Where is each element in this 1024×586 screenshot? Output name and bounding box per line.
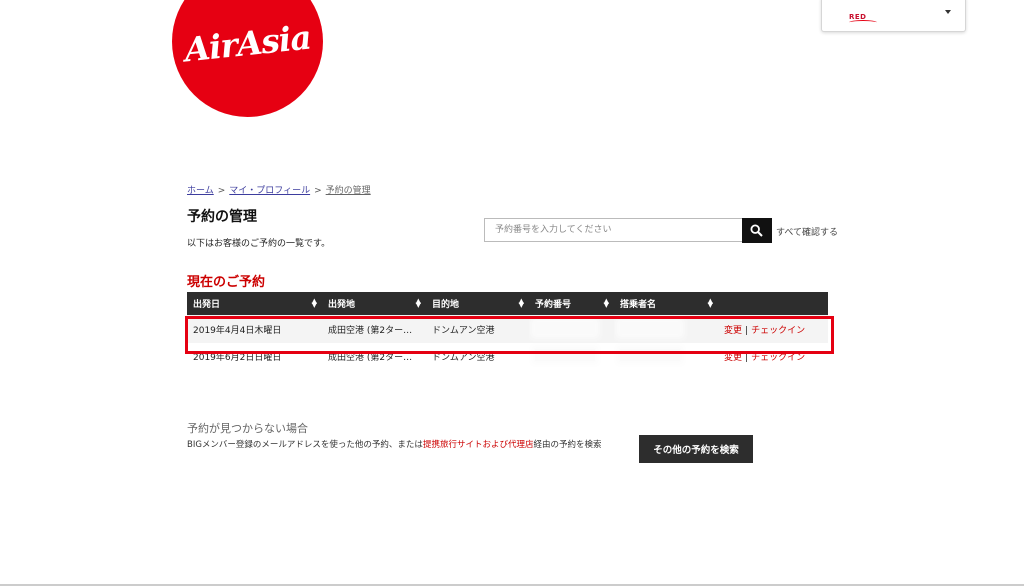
airasia-logo[interactable]: AirAsia xyxy=(172,0,323,117)
header-passenger-name[interactable]: 搭乗者名 ▲ ▼ xyxy=(614,292,718,315)
destination: ドンムアン空港 xyxy=(426,343,529,369)
booking-number-redacted xyxy=(529,315,614,343)
passenger-name-redacted xyxy=(614,315,718,343)
passenger-name-redacted xyxy=(614,343,718,369)
header-actions xyxy=(718,292,828,315)
not-found-title: 予約が見つからない場合 xyxy=(187,422,308,435)
booking-number-input[interactable] xyxy=(484,218,742,242)
header-departure-date[interactable]: 出発日 ▲ ▼ xyxy=(187,292,322,315)
table-header-row: 出発日 ▲ ▼ 出発地 ▲ ▼ 目的地 ▲ ▼ 予約番号 ▲ ▼ 搭乗者名 ▲ ▼ xyxy=(187,292,828,315)
sort-icon: ▲ ▼ xyxy=(415,297,421,309)
header-destination[interactable]: 目的地 ▲ ▼ xyxy=(426,292,529,315)
departure-date: 2019年4月4日木曜日 xyxy=(187,315,322,343)
booking-number-redacted xyxy=(529,343,614,369)
header-booking-number[interactable]: 予約番号 ▲ ▼ xyxy=(529,292,614,315)
view-all-link[interactable]: すべて確認する xyxy=(776,225,838,238)
table-row: 2019年6月2日日曜日 成田空港 (第2ターミ… ドンムアン空港 変更 | チェッ… xyxy=(187,343,828,369)
breadcrumb-home[interactable]: ホーム xyxy=(187,186,214,196)
sort-icon: ▲ ▼ xyxy=(707,297,713,309)
origin: 成田空港 (第2ターミ… xyxy=(322,315,426,343)
chevron-down-icon xyxy=(945,10,951,14)
checkin-link[interactable]: チェックイン xyxy=(751,326,805,336)
breadcrumb-current: 予約の管理 xyxy=(325,186,371,196)
logo-text: AirAsia xyxy=(182,17,313,70)
change-link[interactable]: 変更 xyxy=(724,353,742,363)
destination: ドンムアン空港 xyxy=(426,315,529,343)
row-actions: 変更 | チェックイン xyxy=(718,315,828,343)
breadcrumb: ホーム > マイ・プロフィール > 予約の管理 xyxy=(187,183,371,196)
page-subtitle: 以下はお客様のご予約の一覧です。 xyxy=(187,239,331,249)
action-separator: | xyxy=(745,352,749,363)
breadcrumb-separator: > xyxy=(217,186,226,196)
table-row: 2019年4月4日木曜日 成田空港 (第2ターミ… ドンムアン空港 変更 | チェッ… xyxy=(187,315,828,343)
change-link[interactable]: 変更 xyxy=(724,326,742,336)
breadcrumb-separator: > xyxy=(314,186,322,196)
sort-icon: ▲ ▼ xyxy=(603,297,609,309)
action-separator: | xyxy=(745,325,749,336)
current-reservations-title: 現在のご予約 xyxy=(187,275,266,290)
sort-icon: ▲ ▼ xyxy=(311,297,317,309)
header-origin[interactable]: 出発地 ▲ ▼ xyxy=(322,292,426,315)
page-title: 予約の管理 xyxy=(187,209,257,225)
departure-date: 2019年6月2日日曜日 xyxy=(187,343,322,369)
partner-sites-link[interactable]: 提携旅行サイトおよび代理店 xyxy=(423,440,534,450)
checkin-link[interactable]: チェックイン xyxy=(751,353,805,363)
sort-icon: ▲ ▼ xyxy=(518,297,524,309)
search-icon xyxy=(750,224,763,237)
account-dropdown[interactable]: RED xyxy=(821,0,966,32)
row-actions: 変更 | チェックイン xyxy=(718,343,828,369)
not-found-text: BIGメンバー登録のメールアドレスを使った他の予約、または提携旅行サイトおよび代… xyxy=(187,440,602,450)
search-button[interactable] xyxy=(742,218,772,243)
breadcrumb-profile[interactable]: マイ・プロフィール xyxy=(229,186,310,196)
search-other-bookings-button[interactable]: その他の予約を検索 xyxy=(639,435,753,463)
badge-swoosh xyxy=(849,20,877,25)
origin: 成田空港 (第2ターミ… xyxy=(322,343,426,369)
reservations-table: 出発日 ▲ ▼ 出発地 ▲ ▼ 目的地 ▲ ▼ 予約番号 ▲ ▼ 搭乗者名 ▲ ▼ 2019年4月4… xyxy=(187,292,828,369)
